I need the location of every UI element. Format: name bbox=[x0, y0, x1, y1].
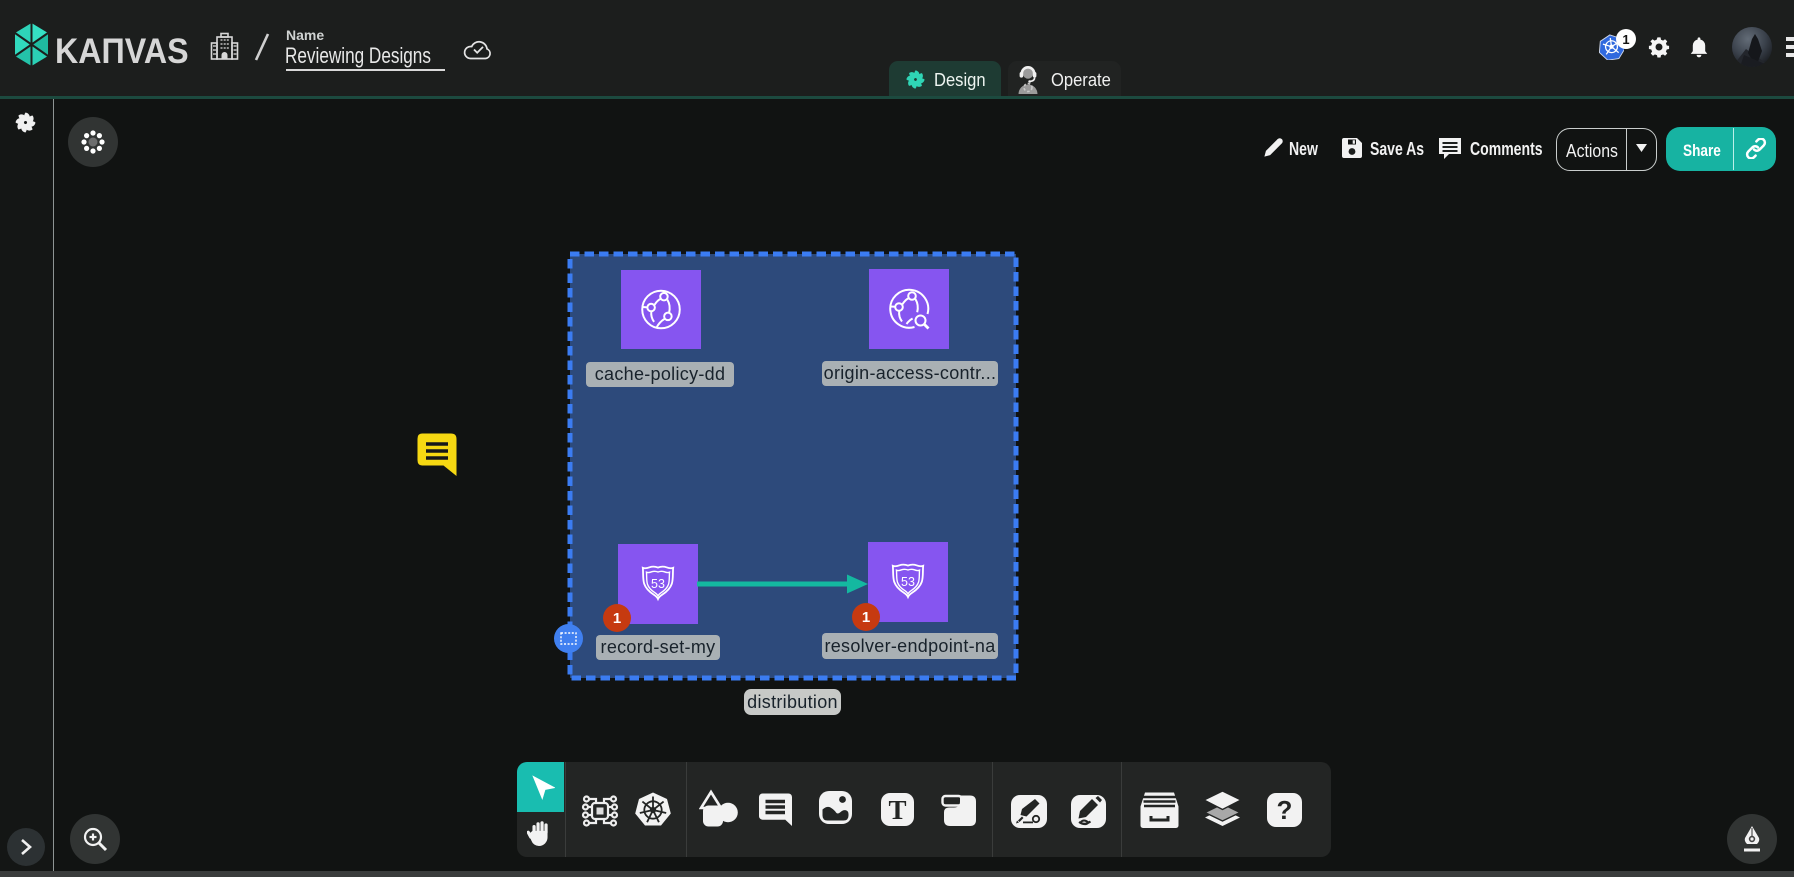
svg-text:53: 53 bbox=[651, 577, 665, 591]
svg-text:53: 53 bbox=[901, 575, 915, 589]
svg-text:T: T bbox=[888, 795, 906, 825]
svg-text:?: ? bbox=[1277, 795, 1293, 825]
